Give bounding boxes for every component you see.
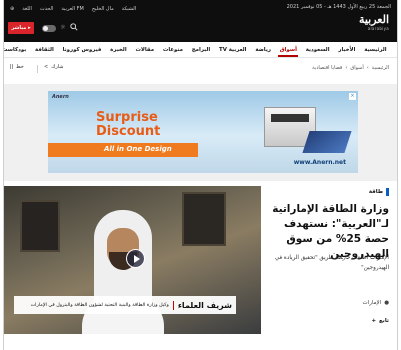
font-size-label: خط: [15, 64, 24, 70]
ad-line2: Discount: [96, 124, 161, 139]
nav-item-0[interactable]: الرئيسية: [360, 42, 391, 58]
ad-line1: Surprise: [96, 110, 158, 125]
share-label: شارك: [51, 64, 64, 70]
page-frame: الجمعة 25 ربيع الأول 1443 هـ - 05 نوفمبر…: [3, 0, 398, 350]
nav-item-7[interactable]: منوعات: [159, 42, 188, 58]
divider: [37, 65, 38, 73]
nav-item-1[interactable]: الأخبار: [334, 42, 360, 58]
plus-icon: +: [371, 318, 377, 324]
wall-photo: [182, 192, 226, 246]
top-links: ⊕ اللغة الحدث العربية FM مال الخليج الشب…: [10, 4, 136, 14]
search-icon[interactable]: [70, 23, 78, 31]
crumb-current[interactable]: قضايا اقتصادية: [312, 65, 342, 71]
top-bar: الجمعة 25 ربيع الأول 1443 هـ - 05 نوفمبر…: [4, 0, 397, 42]
top-link-1[interactable]: الحدث: [40, 6, 53, 12]
ad-bar-text: All in One Design: [104, 145, 172, 153]
article-summary: الإمارات أطلقت خارطة طريق "تحقيق الريادة…: [274, 255, 389, 271]
live-label: مباشر: [11, 25, 27, 31]
nav-item-10[interactable]: فيروس كورونا: [58, 42, 106, 58]
date-line: الجمعة 25 ربيع الأول 1443 هـ - 05 نوفمبر…: [286, 4, 391, 10]
follow-label: تابع: [379, 318, 389, 324]
main-nav: الرئيسية الأخبار السعودية أسواق رياضة العربية…: [4, 42, 397, 58]
caption-sep: [172, 300, 174, 310]
nav-item-2[interactable]: السعودية: [301, 42, 334, 58]
lower-third: شريف العلماء وكيل وزارة الطاقة والبنية ا…: [14, 296, 236, 314]
top-link-3[interactable]: مال الخليج: [92, 6, 114, 12]
ad-close-icon[interactable]: ×: [349, 93, 356, 100]
top-link-4[interactable]: الشبكة: [122, 6, 136, 12]
caption-role: وكيل وزارة الطاقة والبنية التحتية لشؤون …: [30, 302, 169, 308]
follow-button[interactable]: تابع +: [371, 318, 389, 324]
crumb-markets[interactable]: أسواق: [350, 65, 363, 71]
breadcrumb: الرئيسية › أسواق › قضايا اقتصادية: [312, 65, 389, 71]
play-icon[interactable]: [126, 249, 145, 268]
location[interactable]: ● الإمارات: [363, 300, 389, 306]
caption-name: شريف العلماء: [177, 300, 232, 310]
nav-item-4[interactable]: رياضة: [251, 42, 275, 58]
nav-item-9[interactable]: الخبرة: [106, 42, 131, 58]
tag-label: طاقة: [368, 189, 383, 195]
nav-item-6[interactable]: البرامج: [187, 42, 214, 58]
font-size-icon: ǀǀ: [10, 64, 13, 70]
live-button[interactable]: مباشر ▸: [8, 22, 34, 34]
category-tag[interactable]: طاقة: [369, 188, 389, 196]
nav-item-8[interactable]: مقالات: [131, 42, 158, 58]
ad-banner[interactable]: Anern × Surprise Discount All in One Des…: [48, 91, 358, 173]
speaker-figure: [82, 210, 164, 334]
nav-item-12[interactable]: بودكاست: [4, 42, 31, 58]
ad-brand: Anern: [52, 94, 69, 100]
location-label: الإمارات: [362, 300, 382, 306]
globe-icon[interactable]: ⊕: [10, 6, 14, 12]
nav-item-3[interactable]: أسواق: [275, 42, 301, 58]
top-link-2[interactable]: العربية FM: [61, 6, 83, 12]
logo-ar: العربية: [358, 13, 389, 26]
nav-item-5[interactable]: العربية TV: [215, 42, 251, 58]
logo[interactable]: العربية alarabiya: [358, 13, 389, 32]
nav-item-11[interactable]: الثقافة: [31, 42, 59, 58]
crumb-home[interactable]: الرئيسية: [372, 65, 389, 71]
ad-url: www.Anern.net: [293, 159, 346, 166]
hero-video[interactable]: شريف العلماء وكيل وزارة الطاقة والبنية ا…: [4, 186, 261, 334]
location-pin-icon: ●: [384, 300, 389, 306]
wall-photo: [20, 200, 60, 252]
logo-en: alarabiya: [367, 26, 389, 31]
share-icon: <: [44, 64, 49, 70]
lang-link[interactable]: اللغة: [22, 6, 32, 12]
share-button[interactable]: < شارك: [44, 64, 63, 70]
crumb-sep: ›: [345, 65, 348, 71]
breadcrumb-row: الرئيسية › أسواق › قضايا اقتصادية < شارك…: [4, 62, 397, 76]
tag-marker: [386, 188, 389, 196]
sun-icon: ☼: [60, 24, 66, 31]
nav-list: الرئيسية الأخبار السعودية أسواق رياضة العربية…: [4, 42, 391, 58]
crumb-sep: ›: [366, 65, 369, 71]
ad-section: Anern × Surprise Discount All in One Des…: [4, 84, 397, 181]
theme-toggle[interactable]: [42, 25, 56, 32]
solar-panel-image: [302, 131, 352, 153]
article-headline[interactable]: وزارة الطاقة الإماراتية لـ"العربية": نست…: [261, 202, 389, 262]
font-size-button[interactable]: ǀǀ خط: [10, 64, 24, 70]
